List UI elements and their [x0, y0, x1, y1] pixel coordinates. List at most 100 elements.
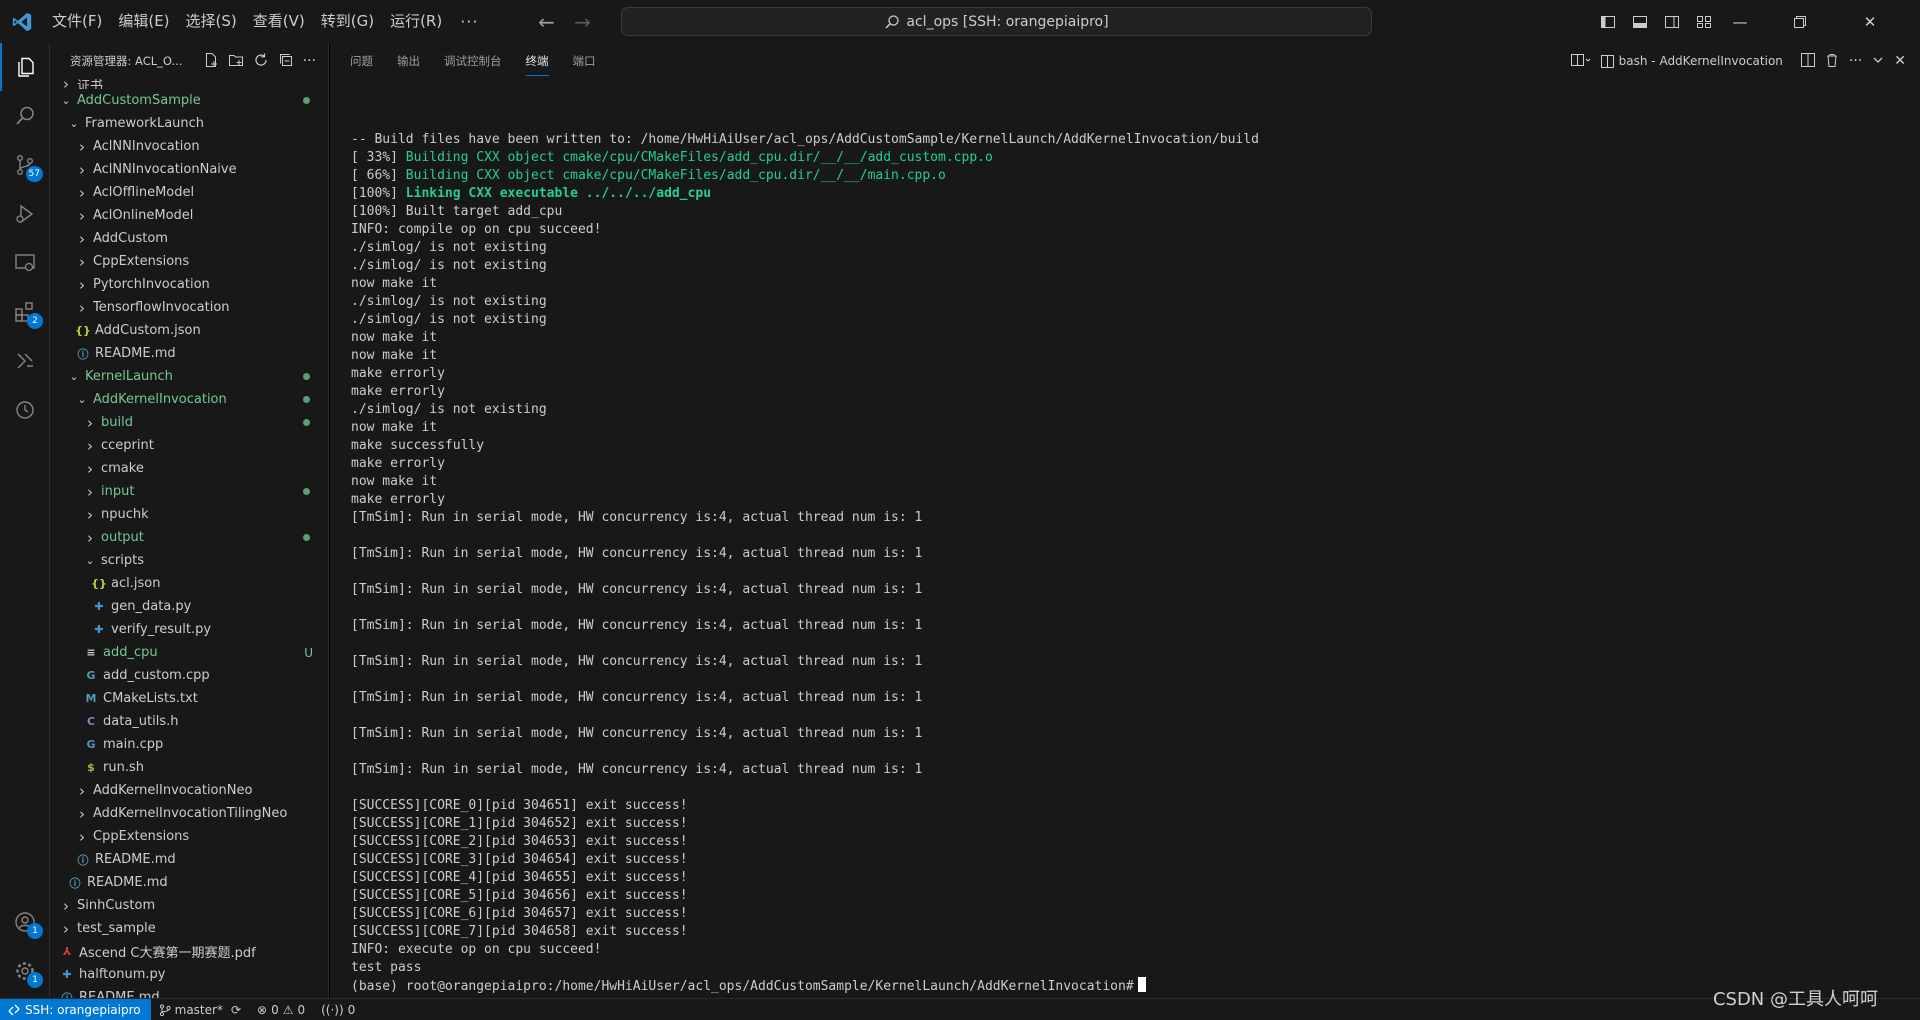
tree-item[interactable]: › CppExtensions: [50, 250, 328, 273]
modified-dot: [303, 396, 310, 403]
ports-indicator[interactable]: ((·)) 0: [313, 1003, 363, 1017]
terminal-line: ./simlog/ is not existing: [351, 401, 1259, 419]
remote-explorer-icon[interactable]: [0, 239, 50, 287]
problems-indicator[interactable]: ⊗ 0 ⚠ 0: [249, 1003, 313, 1017]
tree-item[interactable]: › cmake: [50, 457, 328, 480]
terminal-instance[interactable]: bash - AddKernelInvocation: [1600, 54, 1783, 68]
tree-item[interactable]: ⓘ README.md: [50, 342, 328, 365]
terminal-output[interactable]: -- Build files have been written to: /ho…: [351, 131, 1259, 996]
tree-item[interactable]: Gadd_custom.cpp: [50, 664, 328, 687]
tree-item[interactable]: › AclNNInvocationNaive: [50, 158, 328, 181]
explorer-icon[interactable]: [0, 43, 50, 91]
tree-item[interactable]: ⓘ README.md: [50, 848, 328, 871]
timeline-history-icon[interactable]: [0, 386, 50, 434]
menu-more-button[interactable]: ···: [450, 12, 488, 31]
toggle-secondary-sidebar-icon[interactable]: [1656, 14, 1688, 30]
tree-item[interactable]: › AclOfflineModel: [50, 181, 328, 204]
tab-terminal[interactable]: 终端: [525, 47, 549, 76]
menu-item-1[interactable]: 编辑(E): [110, 0, 177, 43]
tab-output[interactable]: 输出: [397, 47, 420, 75]
menu-item-5[interactable]: 运行(R): [382, 0, 450, 43]
terminal-line-text: now make it: [351, 276, 438, 291]
new-folder-icon[interactable]: [228, 52, 244, 71]
tree-item[interactable]: ⅄ Ascend C大赛第一期赛题.pdf: [50, 940, 328, 963]
tree-item[interactable]: › CppExtensions: [50, 825, 328, 848]
split-terminal-dropdown-icon[interactable]: [1570, 53, 1591, 70]
tree-item[interactable]: ⓘ README.md: [50, 871, 328, 894]
tree-item[interactable]: ≡ add_cpu U: [50, 641, 328, 664]
new-file-icon[interactable]: [203, 52, 219, 71]
close-panel-icon[interactable]: ✕: [1894, 53, 1906, 69]
restore-window-icon[interactable]: [1770, 0, 1830, 43]
minimize-window-icon[interactable]: —: [1710, 0, 1770, 43]
menu-item-3[interactable]: 查看(V): [245, 0, 313, 43]
search-icon[interactable]: [0, 92, 50, 140]
menu-item-0[interactable]: 文件(F): [44, 0, 110, 43]
tree-item[interactable]: › PytorchInvocation: [50, 273, 328, 296]
command-center-search[interactable]: acl_ops [SSH: orangepiaipro]: [621, 7, 1372, 36]
tab-debug-console[interactable]: 调试控制台: [444, 47, 502, 75]
tree-item[interactable]: {} AddCustom.json: [50, 319, 328, 342]
accounts-icon[interactable]: 1: [0, 898, 50, 946]
menu-item-4[interactable]: 转到(G): [313, 0, 382, 43]
tree-item[interactable]: Gmain.cpp: [50, 733, 328, 756]
tree-item[interactable]: › output: [50, 526, 328, 549]
split-terminal-icon[interactable]: [1800, 52, 1815, 70]
git-branch[interactable]: master* ⟳: [151, 1003, 249, 1017]
tree-item[interactable]: › AclOnlineModel: [50, 204, 328, 227]
tree-item[interactable]: › SinhCustom: [50, 894, 328, 917]
tree-item[interactable]: › AddKernelInvocationNeo: [50, 779, 328, 802]
tree-item[interactable]: ✚ gen_data.py: [50, 595, 328, 618]
remote-indicator[interactable]: SSH: orangepiaipro: [0, 998, 151, 1020]
testing-icon[interactable]: [0, 337, 50, 385]
collapse-all-icon[interactable]: [278, 52, 294, 71]
python-file-icon: ✚: [94, 623, 104, 636]
source-control-icon[interactable]: 57: [0, 141, 50, 189]
tree-item[interactable]: › 证书: [50, 79, 328, 89]
tree-item[interactable]: › AddKernelInvocationTilingNeo: [50, 802, 328, 825]
tree-item[interactable]: ⌄ scripts: [50, 549, 328, 572]
settings-gear-icon[interactable]: 1: [0, 947, 50, 995]
terminal-line: [SUCCESS][CORE_7][pid 304658] exit succe…: [351, 923, 1259, 941]
tab-problems[interactable]: 问题: [350, 47, 373, 75]
more-panel-actions-icon[interactable]: ···: [1849, 53, 1862, 69]
more-actions-icon[interactable]: ···: [303, 53, 316, 69]
forward-arrow-icon[interactable]: →: [564, 10, 600, 34]
vscode-logo-icon[interactable]: [0, 0, 44, 43]
refresh-icon[interactable]: [253, 52, 269, 71]
tree-item[interactable]: ✚ halftonum.py: [50, 963, 328, 986]
tree-item[interactable]: ⌄ FrameworkLaunch: [50, 112, 328, 135]
tree-item[interactable]: ⌄ AddCustomSample: [50, 89, 328, 112]
toggle-panel-icon[interactable]: [1624, 14, 1656, 30]
sync-icon[interactable]: ⟳: [231, 1003, 241, 1017]
tree-item[interactable]: ⓘ README.md: [50, 986, 328, 998]
tree-item[interactable]: › TensorflowInvocation: [50, 296, 328, 319]
tree-item[interactable]: › cceprint: [50, 434, 328, 457]
tree-item[interactable]: › AclNNInvocation: [50, 135, 328, 158]
extensions-icon[interactable]: 2: [0, 288, 50, 336]
terminal-line-text: now make it: [351, 474, 438, 489]
maximize-panel-chevron-icon[interactable]: [1872, 54, 1884, 69]
tree-item[interactable]: › AddCustom: [50, 227, 328, 250]
tree-item[interactable]: › test_sample: [50, 917, 328, 940]
tab-ports[interactable]: 端口: [573, 47, 596, 75]
tree-item[interactable]: › input: [50, 480, 328, 503]
terminal-prompt-line[interactable]: (base) root@orangepiaipro:/home/HwHiAiUs…: [351, 977, 1259, 996]
back-arrow-icon[interactable]: ←: [528, 10, 564, 34]
tree-item[interactable]: $ run.sh: [50, 756, 328, 779]
tree-item[interactable]: › build: [50, 411, 328, 434]
toggle-primary-sidebar-icon[interactable]: [1592, 14, 1624, 30]
tree-item[interactable]: ⌄ AddKernelInvocation: [50, 388, 328, 411]
tree-item[interactable]: › npuchk: [50, 503, 328, 526]
close-window-icon[interactable]: ✕: [1840, 0, 1900, 43]
tree-item[interactable]: Cdata_utils.h: [50, 710, 328, 733]
kill-terminal-trash-icon[interactable]: [1825, 53, 1839, 70]
terminal-line: [100%] Linking CXX executable ../../../a…: [351, 185, 1259, 203]
tree-item[interactable]: ✚ verify_result.py: [50, 618, 328, 641]
tree-item-label: build: [101, 415, 133, 430]
run-debug-icon[interactable]: [0, 190, 50, 238]
menu-item-2[interactable]: 选择(S): [178, 0, 245, 43]
tree-item[interactable]: M CMakeLists.txt: [50, 687, 328, 710]
tree-item[interactable]: ⌄ KernelLaunch: [50, 365, 328, 388]
tree-item[interactable]: {} acl.json: [50, 572, 328, 595]
